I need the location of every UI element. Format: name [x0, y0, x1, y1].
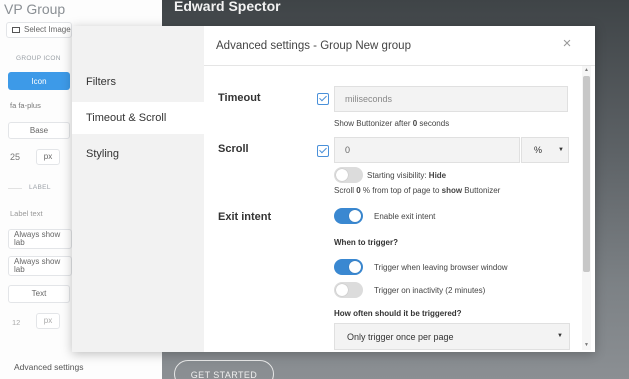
scroll-note-mid: % from top of page to — [360, 186, 442, 195]
trigger-frequency-value: Only trigger once per page — [347, 331, 454, 342]
scroll-input[interactable]: 0 — [334, 137, 520, 163]
preview-heading: Edward Spector — [174, 0, 281, 14]
trigger-leave-toggle[interactable] — [334, 259, 363, 275]
toggle-knob — [336, 284, 348, 296]
toggle-knob — [349, 261, 361, 273]
label-divider-left — [8, 188, 22, 189]
scroll-down-icon[interactable]: ▼ — [582, 342, 591, 348]
base-button[interactable]: Base — [8, 122, 70, 139]
scroll-checkbox[interactable] — [317, 145, 329, 157]
text-button[interactable]: Text — [8, 285, 70, 303]
exit-intent-enable-label: Enable exit intent — [374, 212, 436, 221]
scroll-note-post: Buttonizer — [462, 186, 501, 195]
scrollbar-thumb[interactable] — [583, 76, 590, 272]
starting-visibility-toggle[interactable] — [334, 167, 363, 183]
icon-type-button[interactable]: Icon — [8, 72, 70, 90]
trigger-frequency-select[interactable]: Only trigger once per page ▼ — [334, 323, 570, 350]
starting-visibility-label: Starting visibility: Hide — [367, 171, 446, 180]
visibility-pre: Starting visibility: — [367, 171, 429, 180]
icon-size-unit[interactable]: px — [36, 149, 60, 165]
modal-scrollbar[interactable]: ▲ ▼ — [582, 66, 591, 350]
tab-label: Timeout & Scroll — [86, 112, 167, 124]
trigger-leave-label: Trigger when leaving browser window — [374, 263, 508, 272]
when-to-trigger-heading: When to trigger? — [334, 238, 398, 247]
font-size-value[interactable]: 12 — [12, 318, 20, 327]
label-text-field[interactable]: Label text — [10, 209, 43, 218]
scroll-label: Scroll — [218, 143, 249, 155]
tab-label: Filters — [86, 76, 116, 88]
timeout-note: Show Buttonizer after 0 seconds — [334, 119, 449, 128]
icon-size-value[interactable]: 25 — [10, 152, 20, 162]
tab-timeout-scroll[interactable]: Timeout & Scroll — [72, 102, 204, 134]
timeout-label: Timeout — [218, 92, 261, 104]
tab-filters[interactable]: Filters — [72, 66, 204, 98]
always-show-label-select-2[interactable]: Always show lab — [8, 256, 72, 276]
exit-intent-label: Exit intent — [218, 211, 272, 223]
timeout-note-pre: Show Buttonizer after — [334, 119, 413, 128]
scroll-note: Scroll 0 % from top of page to show Butt… — [334, 186, 500, 195]
modal-sidebar: Filters Timeout & Scroll Styling — [72, 26, 204, 352]
scroll-unit-select[interactable]: % ▼ — [521, 137, 569, 163]
timeout-note-post: seconds — [417, 119, 450, 128]
modal-title: Advanced settings - Group New group — [216, 40, 411, 52]
timeout-checkbox[interactable] — [317, 93, 329, 105]
header-divider — [204, 65, 595, 66]
select-image-button[interactable]: Select Image — [6, 22, 72, 38]
how-often-heading: How often should it be triggered? — [334, 309, 462, 318]
image-icon — [12, 27, 20, 33]
advanced-settings-modal: Filters Timeout & Scroll Styling Advance… — [72, 26, 595, 352]
get-started-button[interactable]: GET STARTED — [174, 360, 274, 379]
chevron-down-icon: ▼ — [557, 333, 563, 339]
icon-class-field[interactable]: fa fa-plus — [10, 101, 41, 110]
visibility-value: Hide — [428, 171, 447, 180]
scroll-note-pre: Scroll — [334, 186, 357, 195]
tab-styling[interactable]: Styling — [72, 138, 204, 170]
select-image-label: Select Image — [24, 25, 71, 34]
trigger-inactivity-label: Trigger on inactivity (2 minutes) — [374, 286, 486, 295]
chevron-down-icon: ▼ — [558, 147, 564, 153]
group-icon-heading: GROUP ICON — [16, 55, 61, 62]
scroll-note-action: show — [441, 186, 463, 195]
advanced-settings-link[interactable]: Advanced settings — [14, 362, 83, 372]
trigger-inactivity-toggle[interactable] — [334, 282, 363, 298]
toggle-knob — [336, 169, 348, 181]
editor-title: VP Group — [4, 1, 66, 17]
always-show-label-select-1[interactable]: Always show lab — [8, 229, 72, 249]
timeout-input[interactable]: miliseconds — [334, 86, 568, 112]
exit-intent-toggle[interactable] — [334, 208, 363, 224]
font-size-unit[interactable]: px — [36, 313, 60, 329]
scroll-up-icon[interactable]: ▲ — [582, 67, 591, 73]
label-heading: LABEL — [29, 184, 51, 191]
toggle-knob — [349, 210, 361, 222]
scroll-unit-value: % — [534, 145, 543, 155]
close-icon[interactable]: × — [559, 36, 575, 52]
tab-label: Styling — [86, 148, 120, 160]
